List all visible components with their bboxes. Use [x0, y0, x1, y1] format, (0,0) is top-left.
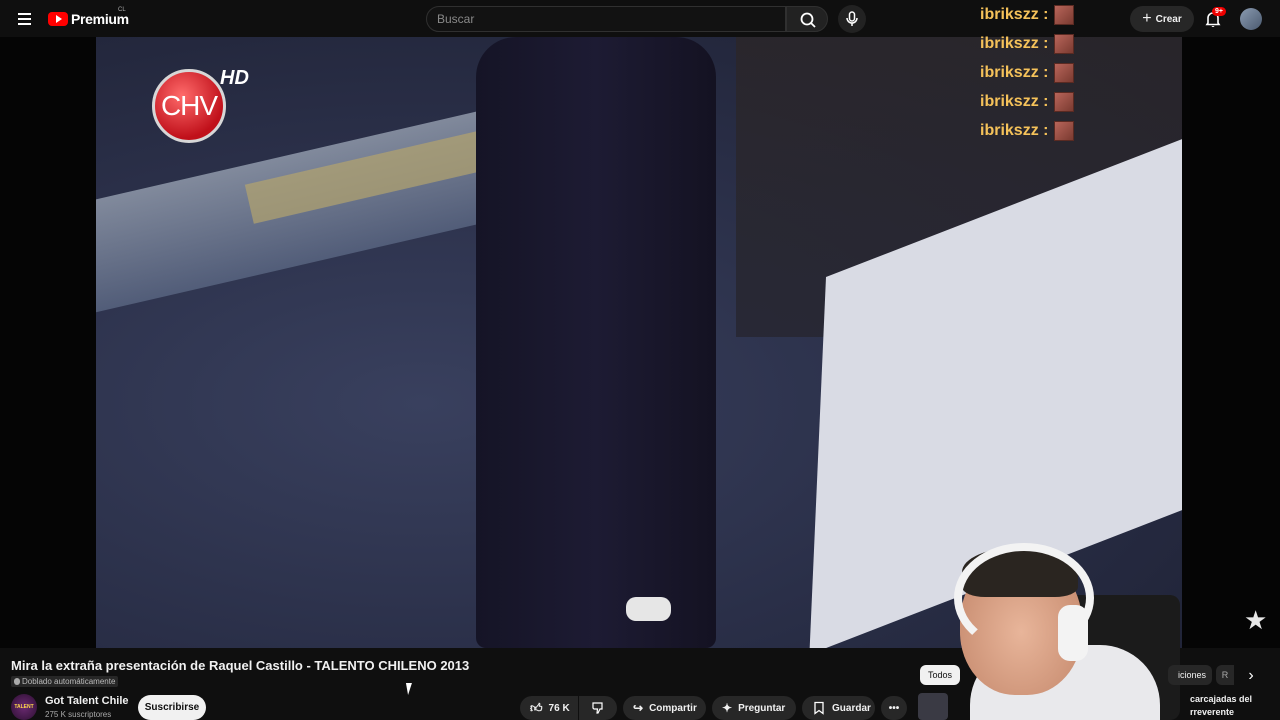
chat-username: ibrikszz :: [980, 63, 1049, 81]
chip-category[interactable]: R: [1216, 665, 1234, 685]
youtube-play-icon: [48, 12, 68, 26]
share-label: Compartir: [649, 702, 697, 714]
chip-category[interactable]: iciones: [1168, 665, 1212, 685]
emote-icon: [1054, 33, 1075, 54]
dubbed-label: Doblado automáticamente: [22, 677, 116, 686]
voice-search-button[interactable]: [838, 5, 866, 33]
menu-icon[interactable]: [14, 8, 36, 30]
notifications-badge: 9+: [1212, 7, 1226, 16]
emote-icon: [1054, 121, 1075, 142]
streamer-webcam: [940, 535, 1180, 720]
more-icon: •••: [888, 702, 900, 714]
chip-all[interactable]: Todos: [920, 665, 960, 685]
subscriber-count: 275 K suscriptores: [45, 710, 112, 719]
chat-username: ibrikszz :: [980, 34, 1049, 52]
video-shoe: [626, 597, 671, 621]
mouse-cursor: [405, 683, 415, 695]
related-video-title[interactable]: carcajadas del rreverente: [1190, 693, 1270, 719]
bookmark-icon: [814, 701, 824, 715]
headset-earcup: [1058, 605, 1088, 661]
search-box: [426, 6, 786, 32]
share-button[interactable]: ↪ Compartir: [623, 696, 706, 720]
search-icon: [800, 12, 816, 28]
hd-watermark: HD: [220, 67, 249, 89]
star-icon[interactable]: ★: [1244, 605, 1267, 636]
notifications-button[interactable]: 9+: [1202, 7, 1226, 30]
sparkle-icon: ✦: [722, 701, 733, 715]
share-icon: ↪: [633, 701, 644, 715]
search-input[interactable]: [427, 7, 785, 31]
save-label: Guardar: [832, 702, 871, 714]
chat-message: ibrikszz :: [980, 88, 1075, 117]
top-bar: Premium CL + Crear 9+: [0, 0, 1280, 37]
chat-message: ibrikszz :: [980, 29, 1075, 58]
create-button[interactable]: + Crear: [1130, 6, 1194, 32]
chat-message: ibrikszz :: [980, 58, 1075, 87]
save-button[interactable]: Guardar: [802, 696, 875, 720]
like-count: 76 K: [548, 702, 570, 714]
dislike-button[interactable]: [579, 696, 617, 720]
dubbed-badge: Doblado automáticamente: [11, 676, 119, 687]
thumbs-down-icon: [592, 702, 603, 714]
youtube-logo[interactable]: Premium CL: [48, 7, 129, 28]
channel-name[interactable]: Got Talent Chile: [45, 695, 129, 707]
chat-username: ibrikszz :: [980, 5, 1049, 23]
thumbs-up-icon: 👍︎: [530, 700, 543, 715]
create-label: Crear: [1155, 13, 1182, 25]
country-code: CL: [118, 7, 126, 13]
microphone-icon: [846, 11, 858, 26]
channel-watermark: CHV: [152, 69, 226, 143]
chat-message: ibrikszz :: [980, 117, 1075, 146]
logo-text: Premium: [71, 11, 129, 27]
dubbing-icon: [14, 678, 20, 685]
chat-message: ibrikszz :: [980, 0, 1075, 29]
channel-avatar[interactable]: TALENT: [11, 694, 37, 720]
subscribe-button[interactable]: Suscribirse: [138, 695, 206, 720]
chat-username: ibrikszz :: [980, 122, 1049, 140]
account-avatar[interactable]: [1240, 8, 1262, 30]
search-button[interactable]: [786, 6, 828, 32]
ask-label: Preguntar: [738, 702, 786, 714]
ask-button[interactable]: ✦ Preguntar: [712, 696, 796, 720]
like-button[interactable]: 👍︎ 76 K: [520, 696, 578, 720]
emote-icon: [1054, 4, 1075, 25]
video-title: Mira la extraña presentación de Raquel C…: [11, 658, 470, 673]
chat-overlay: ibrikszz : ibrikszz : ibrikszz : ibriksz…: [980, 0, 1075, 146]
emote-icon: [1054, 62, 1075, 83]
more-actions-button[interactable]: •••: [881, 696, 907, 720]
chevron-right-icon[interactable]: ›: [1240, 665, 1262, 687]
plus-icon: +: [1142, 10, 1152, 27]
video-performer: [476, 37, 716, 648]
emote-icon: [1054, 92, 1075, 113]
chat-username: ibrikszz :: [980, 93, 1049, 111]
